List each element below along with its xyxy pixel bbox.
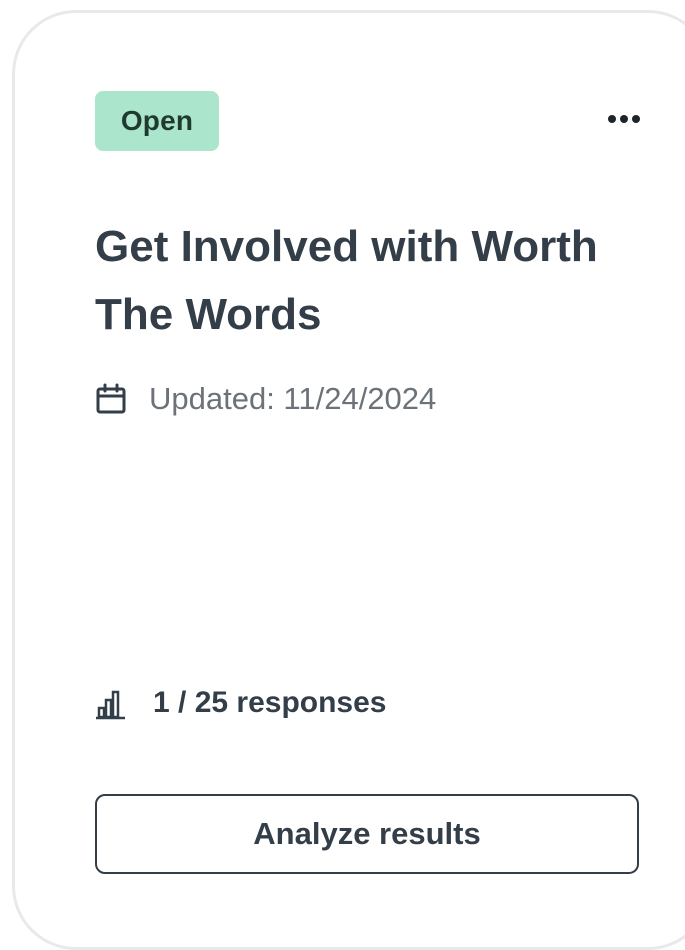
bar-chart-icon xyxy=(96,690,125,720)
more-options-button[interactable] xyxy=(603,105,645,133)
updated-date-text: Updated: 11/24/2024 xyxy=(149,381,437,416)
responses-text: 1 / 25 responses xyxy=(153,686,387,719)
analyze-results-button[interactable]: Analyze results xyxy=(95,794,639,874)
more-horizontal-icon xyxy=(608,115,640,123)
calendar-icon xyxy=(96,383,126,414)
status-badge-label: Open xyxy=(120,105,194,136)
updated-date: Updated: 11/24/2024 xyxy=(95,379,436,419)
survey-card: Open Get Involved with Worth The Words U… xyxy=(12,10,685,950)
survey-title[interactable]: Get Involved with Worth The Words xyxy=(95,213,615,349)
status-badge: Open xyxy=(95,91,219,151)
responses-count: 1 / 25 responses xyxy=(95,683,386,723)
